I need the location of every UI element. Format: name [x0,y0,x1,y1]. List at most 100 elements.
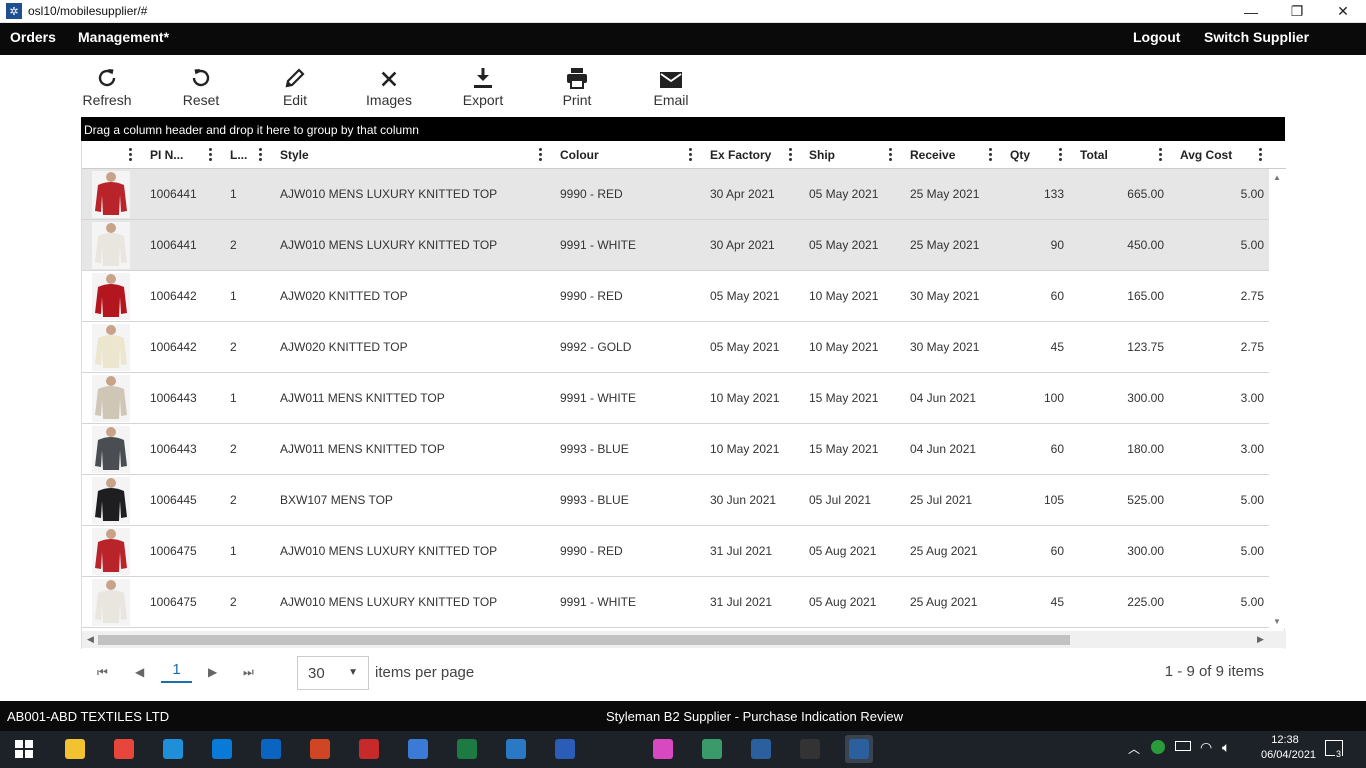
next-page-button[interactable]: ▶ [208,665,217,679]
wifi-icon[interactable]: ◠ [1200,739,1212,756]
product-thumbnail [92,579,130,626]
scroll-left-icon[interactable]: ◀ [87,634,94,645]
refresh-button[interactable]: Refresh [60,60,154,112]
excel-icon[interactable] [453,735,481,763]
store-icon[interactable] [208,735,236,763]
table-row[interactable]: 1006441 1 AJW010 MENS LUXURY KNITTED TOP 99… [82,169,1269,220]
nav-orders[interactable]: Orders [10,29,56,45]
column-menu-icon[interactable] [539,148,543,162]
cell-receive: 25 Jul 2021 [910,493,973,507]
first-page-button[interactable]: ⏮ [97,665,108,680]
globe-app-icon[interactable] [698,735,726,763]
chevron-down-icon: ▼ [348,667,358,678]
system-clock[interactable]: 12:38 06/04/2021 [1261,733,1316,763]
header-style[interactable]: Style [280,141,520,169]
data-grid: PI N... L... Style Colour Ex Factory Shi… [81,141,1286,649]
cell-colour: 9991 - WHITE [560,238,637,252]
volume-icon[interactable]: 🔈︎ [1222,739,1230,756]
table-row[interactable]: 1006475 2 AJW010 MENS LUXURY KNITTED TOP 99… [82,577,1269,628]
header-avg-cost[interactable]: Avg Cost [1180,141,1260,169]
switch-supplier-link[interactable]: Switch Supplier [1204,29,1309,45]
battery-icon[interactable] [1175,741,1191,751]
header-ex-factory[interactable]: Ex Factory [710,141,790,169]
app-pink-icon[interactable] [649,735,677,763]
reset-button[interactable]: Reset [154,60,248,112]
edit-button[interactable]: Edit [248,60,342,112]
table-row[interactable]: 1006443 2 AJW011 MENS KNITTED TOP 9993 - BL… [82,424,1269,475]
cell-ex-factory: 31 Jul 2021 [710,544,773,558]
scroll-down-icon[interactable]: ▼ [1273,617,1281,626]
email-button[interactable]: Email [624,60,718,112]
cell-total: 525.00 [1127,493,1164,507]
word-icon[interactable] [551,735,579,763]
globe-app-icon-glyph [702,739,722,759]
column-menu-icon[interactable] [209,148,213,162]
start-button[interactable] [10,735,38,763]
column-menu-icon[interactable] [129,148,133,162]
product-thumbnail [92,477,130,524]
horizontal-scroll-thumb[interactable] [98,635,1070,645]
current-page[interactable]: 1 [161,661,192,683]
column-menu-icon[interactable] [689,148,693,162]
column-menu-icon[interactable] [989,148,993,162]
minimize-button[interactable]: — [1228,0,1274,23]
styleman-icon[interactable] [747,735,775,763]
terminal-icon[interactable] [796,735,824,763]
vertical-scrollbar[interactable]: ▲ ▼ [1269,169,1286,628]
wt-icon[interactable] [355,735,383,763]
scroll-right-icon[interactable]: ▶ [1257,634,1264,645]
cell-line: 2 [230,340,237,354]
images-label: Images [366,92,412,108]
restore-button[interactable]: ❐ [1274,0,1320,23]
images-button[interactable]: Images [342,60,436,112]
page-size-select[interactable]: 30 ▼ [297,656,369,690]
cell-line: 2 [230,595,237,609]
table-row[interactable]: 1006445 2 BXW107 MENS TOP 9993 - BLUE 30 Jun… [82,475,1269,526]
horizontal-scrollbar[interactable]: ◀ ▶ [82,631,1286,648]
powerpoint-icon[interactable] [306,735,334,763]
column-menu-icon[interactable] [259,148,263,162]
nav-management[interactable]: Management* [78,29,169,45]
cell-qty: 100 [1043,391,1064,405]
chrome-icon[interactable] [110,735,138,763]
cell-receive: 25 Aug 2021 [910,595,978,609]
tray-chevron-icon[interactable]: ︿ [1128,740,1140,757]
table-row[interactable]: 1006441 2 AJW010 MENS LUXURY KNITTED TOP 99… [82,220,1269,271]
outlook-icon[interactable] [257,735,285,763]
export-button[interactable]: Export [436,60,530,112]
header-total[interactable]: Total [1080,141,1160,169]
remote-desktop-icon[interactable] [502,735,530,763]
column-menu-icon[interactable] [1259,148,1263,162]
column-menu-icon[interactable] [1059,148,1063,162]
print-button[interactable]: Print [530,60,624,112]
edge-icon[interactable] [159,735,187,763]
cell-avg-cost: 2.75 [1240,340,1264,354]
cell-colour: 9993 - BLUE [560,442,629,456]
header-pi-number[interactable]: PI N... [150,141,200,169]
column-menu-icon[interactable] [889,148,893,162]
table-row[interactable]: 1006475 1 AJW010 MENS LUXURY KNITTED TOP 99… [82,526,1269,577]
column-menu-icon[interactable] [1159,148,1163,162]
tray-app-icon[interactable] [1151,740,1165,754]
header-receive[interactable]: Receive [910,141,990,169]
header-ship[interactable]: Ship [809,141,889,169]
group-drop-area[interactable]: Drag a column header and drop it here to… [81,117,1285,141]
previous-page-button[interactable]: ◀ [135,665,144,679]
header-line[interactable]: L... [230,141,254,169]
styleman-active-icon[interactable] [845,735,873,763]
header-qty[interactable]: Qty [1010,141,1050,169]
network-app-icon[interactable] [404,735,432,763]
cell-ship: 05 Jul 2021 [809,493,872,507]
close-window-button[interactable]: ✕ [1320,0,1366,23]
header-colour[interactable]: Colour [560,141,680,169]
last-page-button[interactable]: ⏭ [243,665,254,680]
cell-ex-factory: 30 Apr 2021 [710,238,775,252]
cell-qty: 45 [1050,595,1064,609]
scroll-up-icon[interactable]: ▲ [1273,173,1281,182]
file-explorer-icon[interactable] [61,735,89,763]
table-row[interactable]: 1006442 2 AJW020 KNITTED TOP 9992 - GOLD 05 … [82,322,1269,373]
column-menu-icon[interactable] [789,148,793,162]
table-row[interactable]: 1006442 1 AJW020 KNITTED TOP 9990 - RED 05 M… [82,271,1269,322]
table-row[interactable]: 1006443 1 AJW011 MENS KNITTED TOP 9991 - WH… [82,373,1269,424]
logout-link[interactable]: Logout [1133,29,1180,45]
